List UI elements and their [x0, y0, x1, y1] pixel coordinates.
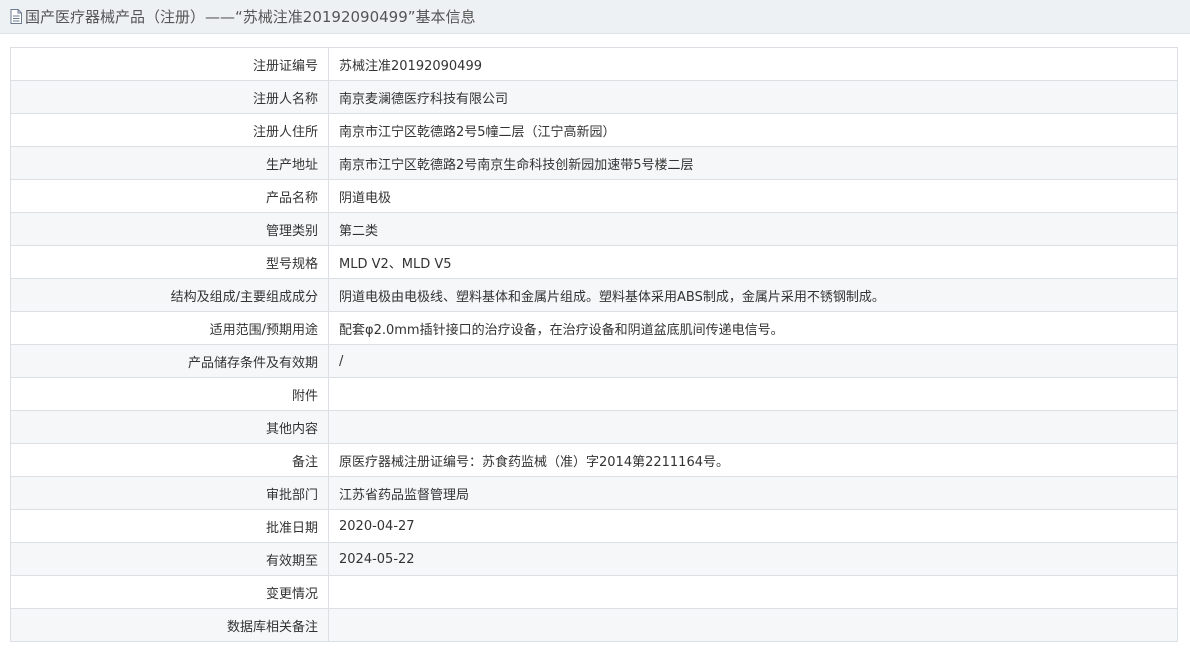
row-value: 原医疗器械注册证编号：苏食药监械（准）字2014第2211164号。: [328, 443, 1178, 477]
table-row: 结构及组成/主要组成成分 阴道电极由电极线、塑料基体和金属片组成。塑料基体采用A…: [10, 278, 1178, 312]
row-label: 管理类别: [10, 212, 329, 246]
table-row: 产品名称 阴道电极: [10, 179, 1178, 213]
row-label: 有效期至: [10, 542, 329, 576]
row-label: 适用范围/预期用途: [10, 311, 329, 345]
row-value: 阴道电极由电极线、塑料基体和金属片组成。塑料基体采用ABS制成，金属片采用不锈钢…: [328, 278, 1178, 312]
row-value: 南京麦澜德医疗科技有限公司: [328, 80, 1178, 114]
table-row: 备注 原医疗器械注册证编号：苏食药监械（准）字2014第2211164号。: [10, 443, 1178, 477]
table-row: 变更情况: [10, 575, 1178, 609]
row-label: 产品储存条件及有效期: [10, 344, 329, 378]
row-value: [328, 377, 1178, 411]
info-table-container: 注册证编号 苏械注准20192090499 注册人名称 南京麦澜德医疗科技有限公…: [10, 47, 1178, 642]
row-value: [328, 575, 1178, 609]
info-table: 注册证编号 苏械注准20192090499 注册人名称 南京麦澜德医疗科技有限公…: [10, 47, 1178, 642]
row-label: 审批部门: [10, 476, 329, 510]
row-value: 苏械注准20192090499: [328, 47, 1178, 81]
row-label: 批准日期: [10, 509, 329, 543]
row-label: 注册人名称: [10, 80, 329, 114]
row-label: 结构及组成/主要组成成分: [10, 278, 329, 312]
row-value: /: [328, 344, 1178, 378]
row-label: 其他内容: [10, 410, 329, 444]
table-row: 附件: [10, 377, 1178, 411]
row-label: 附件: [10, 377, 329, 411]
row-value: 第二类: [328, 212, 1178, 246]
table-row: 适用范围/预期用途 配套φ2.0mm插针接口的治疗设备，在治疗设备和阴道盆底肌间…: [10, 311, 1178, 345]
table-row: 批准日期 2020-04-27: [10, 509, 1178, 543]
table-row: 数据库相关备注: [10, 608, 1178, 642]
table-row: 注册人名称 南京麦澜德医疗科技有限公司: [10, 80, 1178, 114]
row-label: 注册人住所: [10, 113, 329, 147]
table-row: 产品储存条件及有效期 /: [10, 344, 1178, 378]
row-value: [328, 608, 1178, 642]
table-row: 管理类别 第二类: [10, 212, 1178, 246]
row-value: 南京市江宁区乾德路2号南京生命科技创新园加速带5号楼二层: [328, 146, 1178, 180]
row-label: 注册证编号: [10, 47, 329, 81]
row-label: 型号规格: [10, 245, 329, 279]
table-row: 生产地址 南京市江宁区乾德路2号南京生命科技创新园加速带5号楼二层: [10, 146, 1178, 180]
row-value: 配套φ2.0mm插针接口的治疗设备，在治疗设备和阴道盆底肌间传递电信号。: [328, 311, 1178, 345]
row-label: 变更情况: [10, 575, 329, 609]
page-header: 国产医疗器械产品（注册）——“苏械注准20192090499”基本信息: [0, 0, 1190, 34]
table-row: 审批部门 江苏省药品监督管理局: [10, 476, 1178, 510]
table-row: 注册人住所 南京市江宁区乾德路2号5幢二层（江宁高新园）: [10, 113, 1178, 147]
row-value: [328, 410, 1178, 444]
row-value: 2024-05-22: [328, 542, 1178, 576]
document-icon: [10, 9, 22, 24]
row-label: 数据库相关备注: [10, 608, 329, 642]
row-value: 2020-04-27: [328, 509, 1178, 543]
row-value: MLD V2、MLD V5: [328, 245, 1178, 279]
row-label: 生产地址: [10, 146, 329, 180]
table-row: 有效期至 2024-05-22: [10, 542, 1178, 576]
table-row: 其他内容: [10, 410, 1178, 444]
table-row: 注册证编号 苏械注准20192090499: [10, 47, 1178, 81]
row-value: 南京市江宁区乾德路2号5幢二层（江宁高新园）: [328, 113, 1178, 147]
page-title: 国产医疗器械产品（注册）——“苏械注准20192090499”基本信息: [25, 8, 476, 26]
row-label: 产品名称: [10, 179, 329, 213]
table-row: 型号规格 MLD V2、MLD V5: [10, 245, 1178, 279]
row-value: 江苏省药品监督管理局: [328, 476, 1178, 510]
row-label: 备注: [10, 443, 329, 477]
row-value: 阴道电极: [328, 179, 1178, 213]
